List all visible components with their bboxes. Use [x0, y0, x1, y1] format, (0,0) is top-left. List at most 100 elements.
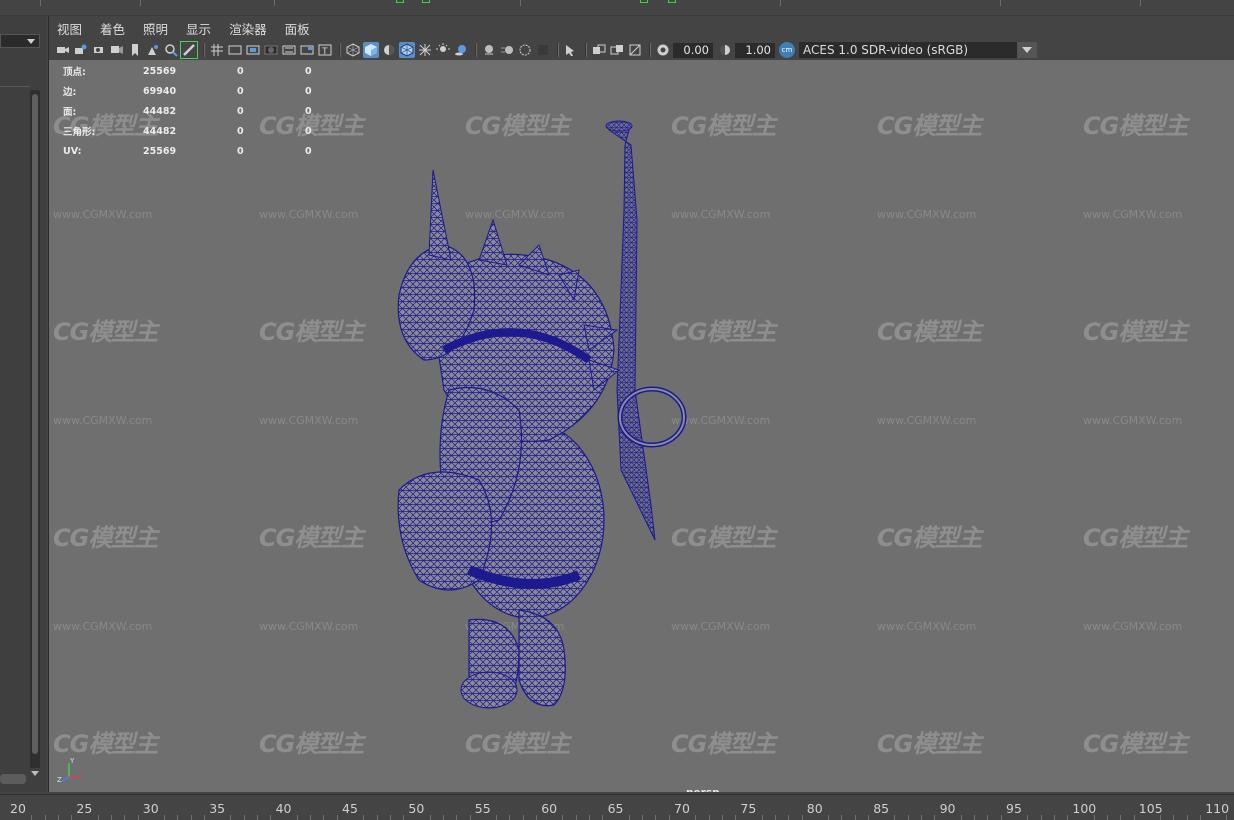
exposure-icon[interactable] [655, 42, 671, 58]
safe-action-icon[interactable] [299, 42, 315, 58]
frame-tick [788, 815, 790, 820]
menu-view[interactable]: 视图 [57, 19, 82, 38]
frame-tick [456, 815, 458, 820]
camera-name-label: persp [686, 787, 720, 792]
frame-tick [323, 815, 325, 820]
frame-tick [774, 815, 776, 820]
view-transform-dropdown-button[interactable] [1017, 42, 1037, 58]
frame-tick [1000, 815, 1002, 820]
backface-culling-icon[interactable] [627, 42, 643, 58]
frame-tick [57, 815, 59, 820]
stat-value: 44482 [143, 105, 177, 117]
green-marker [640, 0, 648, 3]
frame-tick [496, 815, 498, 820]
vertical-scrollbar[interactable] [30, 90, 40, 768]
toolbar-separator [339, 43, 341, 57]
scrollbar-thumb[interactable] [32, 94, 38, 754]
frame-tick [97, 815, 99, 820]
frame-tick [735, 815, 737, 820]
menu-shading[interactable]: 着色 [100, 19, 125, 38]
green-marker [668, 0, 676, 3]
camera-attributes-icon[interactable] [73, 42, 89, 58]
left-dropdown[interactable] [0, 34, 40, 48]
horizontal-scrollbar-thumb[interactable] [0, 774, 26, 784]
frame-tick [243, 815, 245, 820]
toolbar-separator [649, 43, 651, 57]
exposure-field[interactable]: 0.00 [673, 42, 713, 58]
stat-label: 三角形: [63, 127, 96, 138]
spike [428, 169, 452, 261]
stat-value: 0 [237, 105, 244, 117]
grid-icon[interactable] [209, 42, 225, 58]
wireframe-icon[interactable] [345, 42, 361, 58]
wireframe-character-model[interactable] [49, 60, 1234, 792]
screen-space-ao-icon[interactable] [481, 42, 497, 58]
frame-number: 35 [209, 801, 226, 816]
stat-label: UV: [63, 145, 82, 157]
frame-tick [376, 815, 378, 820]
xray-icon[interactable] [417, 42, 433, 58]
frame-tick [1053, 815, 1055, 820]
color-management-icon[interactable]: cm [779, 42, 795, 58]
field-chart-icon[interactable] [281, 42, 297, 58]
scroll-down-button[interactable] [30, 768, 40, 778]
depth-of-field-icon[interactable] [535, 42, 551, 58]
image-plane-icon[interactable] [109, 42, 125, 58]
3d-viewport[interactable]: CG模型主 CG模型主 CG模型主 CG模型主 CG模型主 CG模型主 CG模型主 CG模型主… [49, 60, 1234, 792]
green-marker [422, 0, 430, 3]
use-all-lights-icon[interactable] [435, 42, 451, 58]
stat-value: 0 [237, 145, 244, 157]
safe-title-icon[interactable]: T [317, 42, 333, 58]
isolate-select-icon[interactable] [563, 42, 579, 58]
menu-panels[interactable]: 面板 [285, 19, 310, 38]
frame-tick [1199, 815, 1201, 820]
menu-renderer[interactable]: 渲染器 [229, 19, 267, 38]
frame-tick [535, 815, 537, 820]
wireframe-on-shaded-icon[interactable] [399, 42, 415, 58]
stat-row: 面: 44482 0 0 [63, 101, 335, 121]
menu-show[interactable]: 显示 [186, 19, 211, 38]
stat-value: 69940 [143, 85, 177, 97]
stat-value: 0 [305, 105, 312, 117]
shadows-icon[interactable] [453, 42, 469, 58]
multisample-aa-icon[interactable] [517, 42, 533, 58]
default-material-icon[interactable] [381, 42, 397, 58]
frame-tick [655, 815, 657, 820]
stat-row: 边: 69940 0 0 [63, 81, 335, 101]
film-gate-icon[interactable] [227, 42, 243, 58]
svg-text:T: T [321, 47, 328, 57]
stat-value: 0 [305, 65, 312, 77]
frame-tick [828, 815, 830, 820]
time-slider[interactable]: 20 25 30 35 40 45 50 55 60 65 70 75 80 85 90 95 100 105 11… [0, 794, 1234, 820]
stat-label: 边: [63, 87, 77, 98]
bookmark-camera-icon[interactable] [91, 42, 107, 58]
smooth-shade-icon[interactable] [363, 42, 379, 58]
motion-blur-icon[interactable] [499, 42, 515, 58]
gamma-field[interactable]: 1.00 [735, 42, 775, 58]
2d-pan-zoom-icon[interactable] [163, 42, 179, 58]
stat-value: 0 [305, 85, 312, 97]
select-camera-icon[interactable] [55, 42, 71, 58]
grease-pencil-icon[interactable] [145, 42, 161, 58]
frame-tick [854, 815, 856, 820]
resolution-gate-icon[interactable] [245, 42, 261, 58]
bookmark-icon[interactable] [127, 42, 143, 58]
frame-tick [124, 815, 126, 820]
frame-tick [1160, 815, 1162, 820]
axis-z-label: Z [57, 776, 62, 783]
xray-joints-icon[interactable] [591, 42, 607, 58]
frame-tick [867, 815, 869, 820]
grease-pencil-tool-icon[interactable] [180, 41, 198, 59]
spear [605, 120, 687, 541]
frame-tick [164, 815, 166, 820]
frame-tick [44, 815, 46, 820]
gamma-icon[interactable] [717, 42, 733, 58]
view-transform-select[interactable]: ACES 1.0 SDR-video (sRGB) [799, 42, 1017, 58]
gate-mask-icon[interactable] [263, 42, 279, 58]
xray-active-icon[interactable] [609, 42, 625, 58]
frame-number: 40 [275, 801, 292, 816]
frame-number: 65 [607, 801, 624, 816]
menu-lighting[interactable]: 照明 [143, 19, 168, 38]
frame-tick [469, 815, 471, 820]
frame-number: 80 [806, 801, 823, 816]
